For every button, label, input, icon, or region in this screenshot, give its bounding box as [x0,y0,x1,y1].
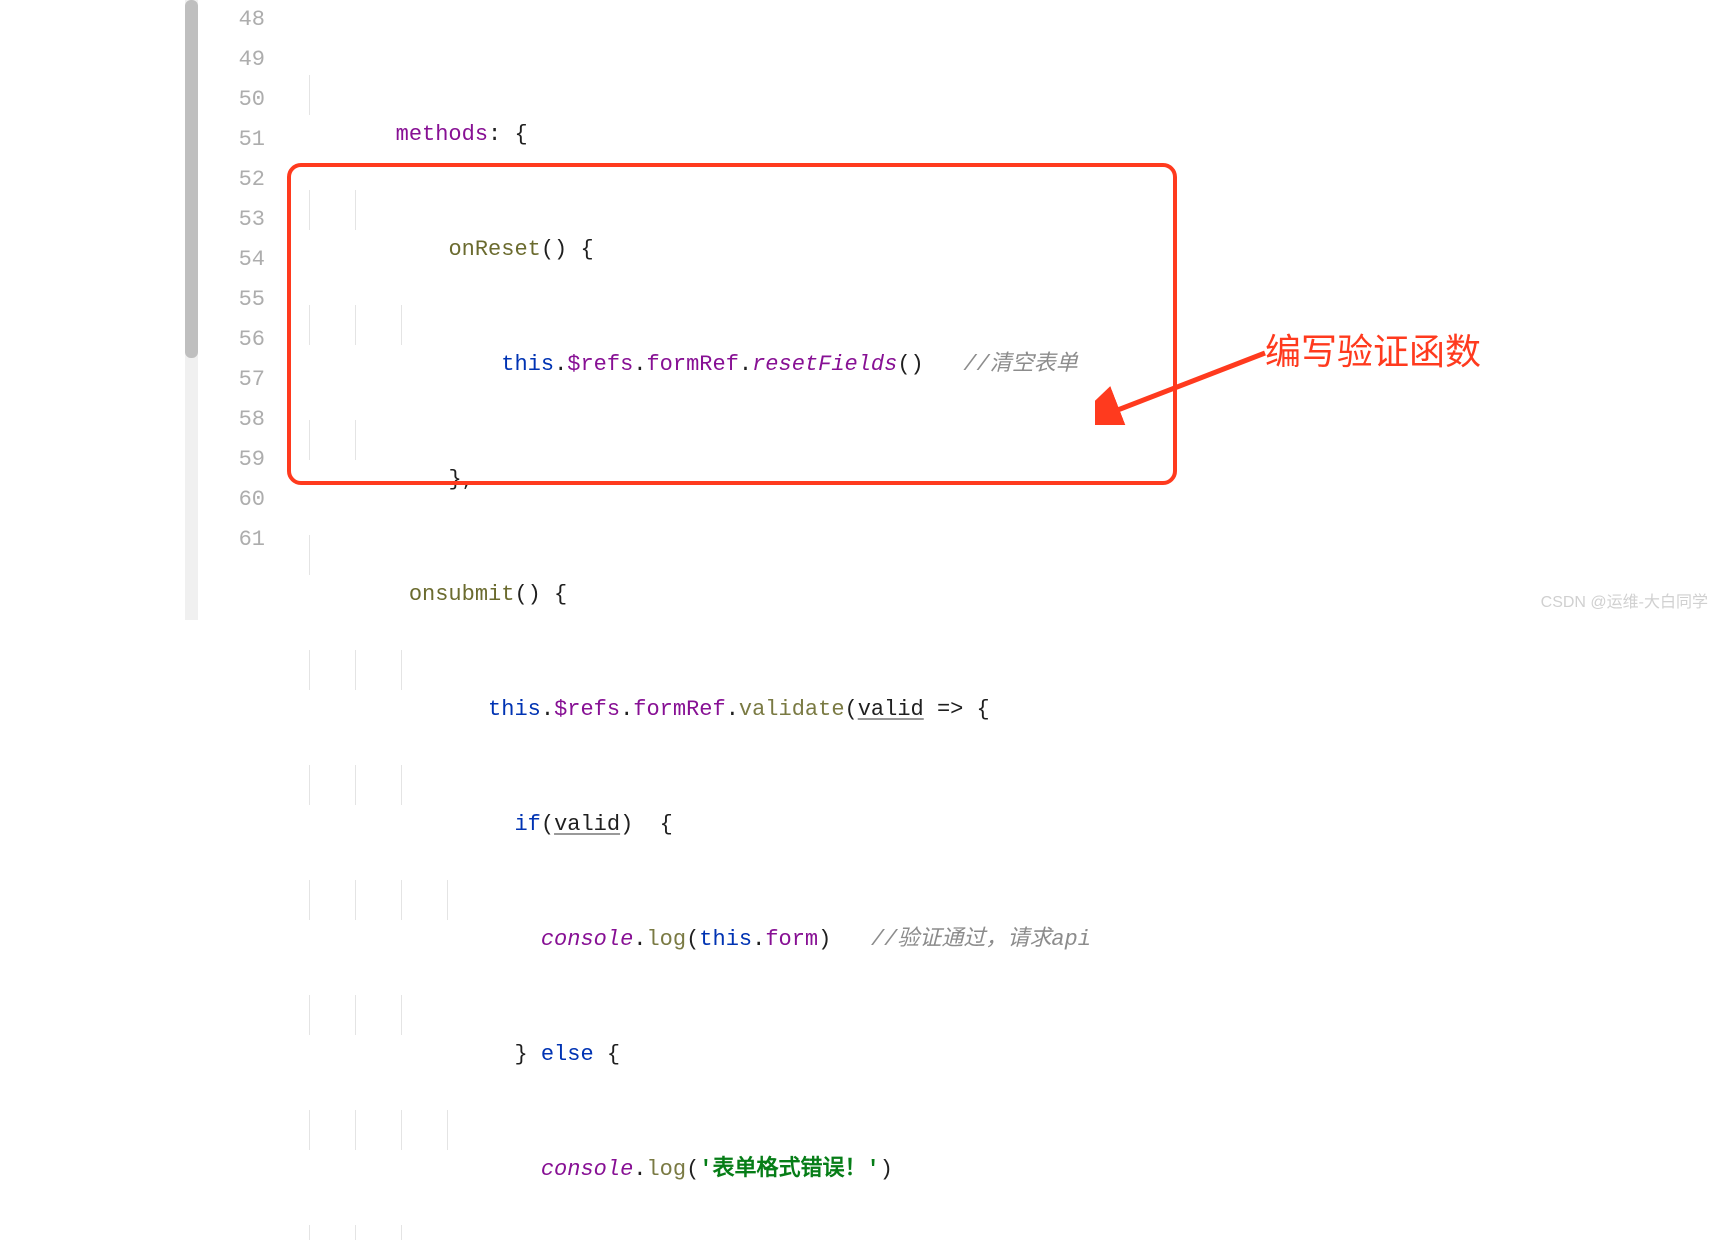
line-number: 61 [215,520,265,560]
line-numbers: 48 49 50 51 52 53 54 55 56 57 58 59 60 6… [215,0,265,560]
line-number: 60 [215,480,265,520]
code-line[interactable]: } [290,1225,1726,1240]
method-token: resetFields [752,352,897,377]
method-token: onReset [448,237,540,262]
line-number: 51 [215,120,265,160]
keyword-token: this [488,697,541,722]
watermark: CSDN @运维-大白同学 [1541,588,1708,612]
property-token: $refs [567,352,633,377]
string-token: '表单格式错误！' [699,1157,879,1182]
code-line[interactable]: if(valid) { [290,765,1726,805]
line-number: 55 [215,280,265,320]
property-token: form [765,927,818,952]
method-token: log [646,1157,686,1182]
keyword-token: this [699,927,752,952]
code-line[interactable]: }, [290,420,1726,460]
code-line[interactable]: } else { [290,995,1726,1035]
scrollbar-thumb[interactable] [185,0,198,358]
code-line[interactable]: console.log(this.form) //验证通过，请求api [290,880,1726,920]
line-number: 57 [215,360,265,400]
param-token: valid [858,697,924,722]
code-line[interactable]: this.$refs.formRef.resetFields() //清空表单 [290,305,1726,345]
code-line[interactable]: methods: { [290,75,1726,115]
keyword-token: this [501,352,554,377]
code-line[interactable]: this.$refs.formRef.validate(valid => { [290,650,1726,690]
property-token: formRef [646,352,738,377]
property-token: formRef [633,697,725,722]
line-number: 50 [215,80,265,120]
line-number: 56 [215,320,265,360]
line-number: 58 [215,400,265,440]
param-token: valid [554,812,620,837]
line-number: 59 [215,440,265,480]
method-token: validate [739,697,845,722]
line-number: 54 [215,240,265,280]
code-line[interactable]: onReset() { [290,190,1726,230]
console-token: console [541,1157,633,1182]
code-editor[interactable]: 48 49 50 51 52 53 54 55 56 57 58 59 60 6… [0,0,1726,620]
gutter [0,0,205,620]
method-token: log [646,927,686,952]
method-token: onsubmit [409,582,515,607]
line-number: 53 [215,200,265,240]
punct-token: () { [541,237,594,262]
line-number: 48 [215,0,265,40]
line-number: 52 [215,160,265,200]
code-line[interactable]: onsubmit() { [290,535,1726,575]
line-number: 49 [215,40,265,80]
keyword-token: if [514,812,540,837]
code-content[interactable]: methods: { onReset() { this.$refs.formRe… [290,0,1726,620]
keyword-token: else [541,1042,594,1067]
property-token: $refs [554,697,620,722]
annotation-label: 编写验证函数 [1265,323,1481,375]
punct-token: : { [488,122,528,147]
property-token: methods [396,122,488,147]
console-token: console [541,927,633,952]
code-line[interactable]: console.log('表单格式错误！') [290,1110,1726,1150]
comment-token: //验证通过，请求api [871,927,1091,952]
comment-token: //清空表单 [963,352,1077,377]
